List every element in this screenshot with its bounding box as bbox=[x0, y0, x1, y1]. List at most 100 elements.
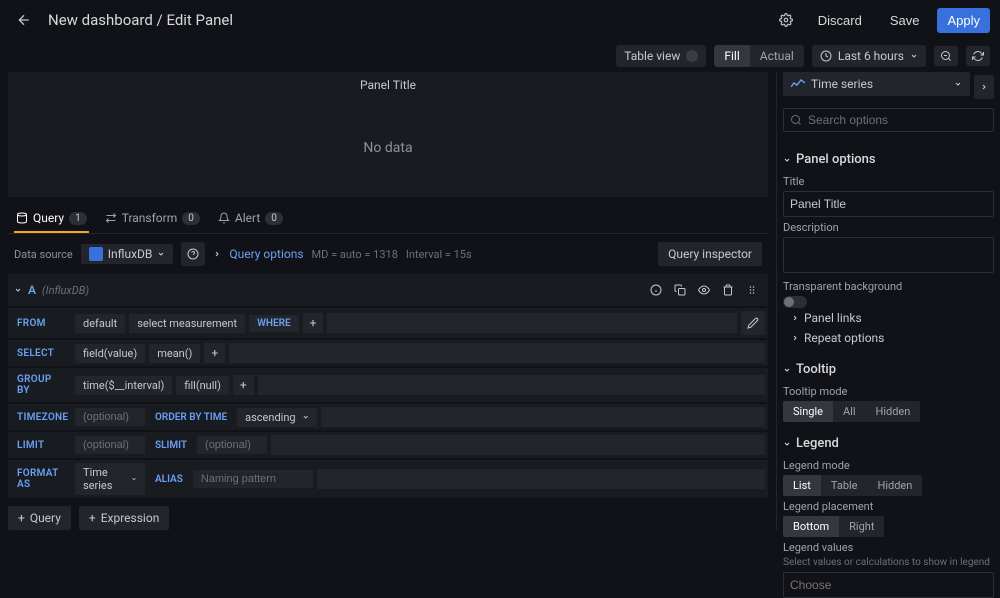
orderby-value: ascending bbox=[245, 411, 295, 424]
groupby-time[interactable]: time($__interval) bbox=[75, 376, 172, 395]
formatas-select[interactable]: Time series bbox=[75, 463, 145, 495]
chevron-down-icon bbox=[783, 366, 791, 374]
data-source-label: Data source bbox=[14, 248, 73, 261]
groupby-fill[interactable]: fill(null) bbox=[176, 376, 229, 395]
section-tooltip-label: Tooltip bbox=[796, 362, 836, 377]
add-query-button[interactable]: + Query bbox=[8, 506, 71, 530]
tooltip-mode-label: Tooltip mode bbox=[783, 385, 994, 398]
legend-mode-list[interactable]: List bbox=[783, 475, 821, 496]
limit-input[interactable] bbox=[75, 436, 145, 454]
orderby-label: ORDER BY TIME bbox=[149, 409, 233, 426]
search-options-input[interactable] bbox=[808, 113, 987, 127]
tab-alert-count: 0 bbox=[265, 212, 283, 225]
tooltip-mode-single[interactable]: Single bbox=[783, 401, 833, 422]
tab-transform[interactable]: Transform 0 bbox=[103, 205, 202, 233]
groupby-label: GROUP BY bbox=[11, 371, 71, 399]
transparent-bg-toggle[interactable] bbox=[783, 296, 807, 308]
legend-placement-bottom[interactable]: Bottom bbox=[783, 516, 839, 537]
zoom-out-button[interactable] bbox=[934, 46, 958, 66]
back-button[interactable] bbox=[10, 6, 38, 34]
repeat-options-label: Repeat options bbox=[804, 331, 884, 345]
toggle-query-button[interactable] bbox=[694, 280, 714, 300]
refresh-button[interactable] bbox=[966, 46, 990, 66]
search-icon bbox=[790, 114, 802, 126]
sub-repeat-options[interactable]: Repeat options bbox=[783, 328, 994, 348]
zoom-out-icon bbox=[940, 50, 952, 62]
section-panel-options[interactable]: Panel options bbox=[783, 148, 994, 171]
alias-label: ALIAS bbox=[149, 471, 189, 488]
duplicate-query-button[interactable] bbox=[670, 280, 690, 300]
search-options-box[interactable] bbox=[783, 108, 994, 132]
section-tooltip[interactable]: Tooltip bbox=[783, 358, 994, 381]
delete-query-button[interactable] bbox=[718, 280, 738, 300]
legend-placement-right[interactable]: Right bbox=[839, 516, 884, 537]
section-legend-label: Legend bbox=[796, 436, 839, 451]
copy-icon bbox=[674, 284, 686, 296]
alias-input[interactable] bbox=[193, 470, 313, 488]
panel-links-label: Panel links bbox=[804, 311, 862, 325]
groupby-add-button[interactable]: + bbox=[233, 375, 254, 395]
legend-mode-table[interactable]: Table bbox=[821, 475, 868, 496]
query-letter[interactable]: A bbox=[28, 283, 36, 297]
chevron-down-icon bbox=[131, 475, 137, 483]
from-label: FROM bbox=[11, 315, 71, 332]
title-input[interactable] bbox=[783, 191, 994, 217]
interval-info: Interval = 15s bbox=[406, 248, 472, 261]
formatas-value: Time series bbox=[83, 466, 125, 492]
legend-placement-label: Legend placement bbox=[783, 500, 994, 513]
visualization-next-button[interactable] bbox=[974, 75, 994, 99]
data-source-help-button[interactable] bbox=[181, 242, 205, 266]
chevron-right-icon bbox=[791, 334, 799, 342]
tab-query[interactable]: Query 1 bbox=[14, 205, 89, 233]
visualization-name: Time series bbox=[811, 77, 873, 91]
save-button[interactable]: Save bbox=[880, 8, 930, 33]
description-field-label: Description bbox=[783, 221, 994, 234]
time-range-picker[interactable]: Last 6 hours bbox=[812, 45, 926, 67]
legend-mode-label: Legend mode bbox=[783, 459, 994, 472]
chevron-down-icon bbox=[157, 250, 165, 258]
query-options-link[interactable]: Query options bbox=[229, 247, 303, 261]
from-measurement[interactable]: select measurement bbox=[129, 314, 245, 333]
refresh-icon bbox=[972, 50, 984, 62]
tooltip-mode-all[interactable]: All bbox=[833, 401, 866, 422]
apply-button[interactable]: Apply bbox=[937, 8, 990, 33]
drag-query-handle[interactable] bbox=[742, 280, 762, 300]
sub-panel-links[interactable]: Panel links bbox=[783, 308, 994, 328]
table-view-toggle[interactable]: Table view bbox=[616, 45, 706, 67]
query-inspector-button[interactable]: Query inspector bbox=[658, 242, 762, 266]
slimit-input[interactable] bbox=[197, 436, 267, 454]
legend-mode-hidden[interactable]: Hidden bbox=[868, 475, 923, 496]
discard-button[interactable]: Discard bbox=[808, 8, 872, 33]
formatas-label: FORMAT AS bbox=[11, 465, 71, 493]
actual-option[interactable]: Actual bbox=[750, 45, 804, 67]
visualization-picker[interactable]: Time series bbox=[783, 72, 970, 96]
select-field[interactable]: field(value) bbox=[75, 344, 145, 363]
timezone-input[interactable] bbox=[75, 408, 145, 426]
data-source-select[interactable]: InfluxDB bbox=[81, 244, 174, 264]
eye-icon bbox=[698, 284, 710, 296]
tab-transform-count: 0 bbox=[182, 212, 200, 225]
toggle-text-edit-button[interactable] bbox=[741, 311, 765, 335]
influxdb-icon bbox=[89, 247, 103, 261]
where-label: WHERE bbox=[249, 315, 299, 332]
legend-values-select[interactable] bbox=[783, 572, 994, 598]
query-help-button[interactable] bbox=[646, 280, 666, 300]
add-expression-button[interactable]: + Expression bbox=[79, 506, 169, 530]
tab-alert[interactable]: Alert 0 bbox=[216, 205, 285, 233]
chevron-down-icon[interactable] bbox=[14, 286, 22, 294]
select-mean[interactable]: mean() bbox=[149, 344, 200, 363]
where-add-button[interactable]: + bbox=[303, 313, 324, 333]
orderby-select[interactable]: ascending bbox=[237, 408, 317, 427]
fill-option[interactable]: Fill bbox=[714, 45, 749, 67]
section-legend[interactable]: Legend bbox=[783, 432, 994, 455]
description-input[interactable] bbox=[783, 237, 994, 273]
from-policy[interactable]: default bbox=[75, 314, 125, 333]
settings-icon[interactable] bbox=[772, 6, 800, 34]
pencil-icon bbox=[747, 317, 759, 329]
tooltip-mode-hidden[interactable]: Hidden bbox=[866, 401, 921, 422]
drag-icon bbox=[746, 284, 758, 296]
select-add-button[interactable]: + bbox=[204, 343, 225, 363]
info-icon bbox=[650, 284, 662, 296]
tab-transform-label: Transform bbox=[122, 211, 178, 225]
legend-values-hint: Select values or calculations to show in… bbox=[783, 557, 994, 568]
